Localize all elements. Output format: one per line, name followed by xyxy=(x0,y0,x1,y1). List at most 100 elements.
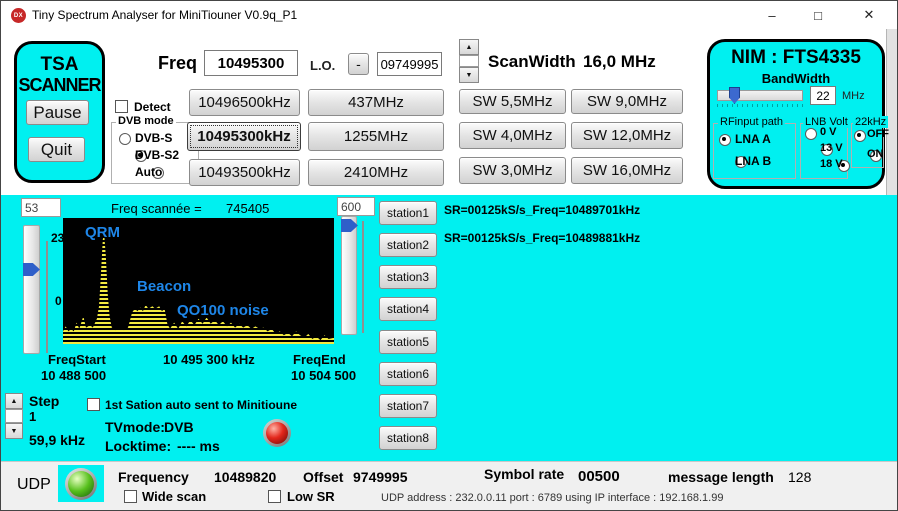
auto-station-label: 1st Sation auto sent to Minitioune xyxy=(105,398,297,412)
station-5-button[interactable]: station5 xyxy=(379,330,437,354)
message-length-value: 128 xyxy=(788,469,811,485)
annotation-qrm: QRM xyxy=(85,224,120,241)
locktime-value: ---- ms xyxy=(177,438,220,454)
band-1255-button[interactable]: 1255MHz xyxy=(308,122,444,151)
gain-slider-track[interactable] xyxy=(23,225,40,354)
step-value: 1 xyxy=(29,409,36,424)
tone-22khz-group: 22kHz OFF ON xyxy=(851,123,884,168)
sw-3-0-button[interactable]: SW 3,0MHz xyxy=(459,157,566,184)
tsa-title-line1: TSA xyxy=(17,54,102,76)
bandwidth-input[interactable] xyxy=(810,86,836,105)
udp-led-green-icon xyxy=(68,471,94,497)
locktime-label: Locktime: xyxy=(105,438,171,454)
lock-led-ring xyxy=(263,419,291,447)
left-scale-line xyxy=(46,241,48,353)
scanwidth-spin-down[interactable]: ▼ xyxy=(459,67,479,83)
low-sr-checkbox[interactable] xyxy=(268,490,281,503)
annotation-qo100-noise: QO100 noise xyxy=(177,302,269,319)
band-437-button[interactable]: 437MHz xyxy=(308,89,444,116)
radio-13v-label: 13 V xyxy=(820,142,843,154)
bandwidth-unit: MHz xyxy=(842,90,865,102)
sw-16-0-button[interactable]: SW 16,0MHz xyxy=(571,157,683,184)
wide-scan-checkbox[interactable] xyxy=(124,490,137,503)
right-scale-line xyxy=(362,221,364,333)
rf-input-label: RFinput path xyxy=(718,116,785,128)
step-size-value: 59,9 kHz xyxy=(29,432,85,448)
station-8-button[interactable]: station8 xyxy=(379,426,437,450)
app-logo-icon: DX xyxy=(11,8,26,23)
freq-scanned-label: Freq scannée = xyxy=(111,201,202,216)
spectrum-panel: Freq scannée = 745405 239 0 QRM Beacon Q… xyxy=(1,195,898,461)
maximize-button[interactable]: □ xyxy=(795,1,841,29)
lo-minus-button[interactable]: - xyxy=(348,53,369,75)
auto-station-checkbox[interactable] xyxy=(87,398,100,411)
right-edge-scrollbar[interactable] xyxy=(886,29,898,195)
sw-5-5-button[interactable]: SW 5,5MHz xyxy=(459,89,566,114)
status-bar: UDP Frequency 10489820 Offset 9749995 Wi… xyxy=(1,461,898,511)
freq-end-label: FreqEnd xyxy=(293,352,346,367)
title-bar: DX Tiny Spectrum Analyser for MiniTioune… xyxy=(1,1,898,29)
minimize-button[interactable]: – xyxy=(749,1,795,29)
scanwidth-spin-up[interactable]: ▲ xyxy=(459,39,479,55)
spectrum-trace xyxy=(63,234,334,344)
band-2410-button[interactable]: 2410MHz xyxy=(308,159,444,186)
freq-end-value: 10 504 500 xyxy=(291,368,356,383)
tvmode-value: DVB xyxy=(164,419,194,435)
radio-22khz-off-label: OFF xyxy=(867,128,889,140)
span-input[interactable] xyxy=(337,197,375,216)
app-window: DX Tiny Spectrum Analyser for MiniTioune… xyxy=(0,0,898,511)
scanwidth-spin-thumb[interactable] xyxy=(459,55,479,67)
wide-scan-label: Wide scan xyxy=(142,489,206,504)
station-6-button[interactable]: station6 xyxy=(379,362,437,386)
radio-dvb-s[interactable] xyxy=(119,133,131,145)
freq-label: Freq xyxy=(158,53,197,74)
step-spin-up[interactable]: ▲ xyxy=(5,393,23,409)
udp-address-line: UDP address : 232.0.0.11 port : 6789 usi… xyxy=(381,492,723,504)
step-spin-thumb[interactable] xyxy=(5,409,23,423)
bandwidth-slider-thumb[interactable] xyxy=(729,87,740,104)
close-button[interactable]: ✕ xyxy=(841,1,897,29)
scale-min-label: 0 xyxy=(55,294,62,308)
udp-label: UDP xyxy=(17,476,51,494)
radio-lna-a[interactable] xyxy=(719,134,731,146)
sw-4-0-button[interactable]: SW 4,0MHz xyxy=(459,122,566,149)
radio-0v[interactable] xyxy=(805,128,817,140)
offset-value: 9749995 xyxy=(353,469,408,485)
gain-input[interactable] xyxy=(21,198,61,217)
nim-title: NIM : FTS4335 xyxy=(710,47,882,69)
symbol-rate-label: Symbol rate xyxy=(484,466,564,482)
sw-12-0-button[interactable]: SW 12,0MHz xyxy=(571,122,683,149)
radio-dvb-s2-label: DVB-S2 xyxy=(135,148,179,162)
station-4-button[interactable]: station4 xyxy=(379,297,437,321)
pause-button[interactable]: Pause xyxy=(26,100,89,125)
radio-dvb-s-label: DVB-S xyxy=(135,131,172,145)
spectrum-plot[interactable]: QRM Beacon QO100 noise xyxy=(63,218,334,344)
radio-lna-a-label: LNA A xyxy=(735,132,771,146)
sw-9-0-button[interactable]: SW 9,0MHz xyxy=(571,89,683,114)
freq-preset-3-button[interactable]: 10493500kHz xyxy=(189,159,300,186)
quit-button[interactable]: Quit xyxy=(28,137,85,162)
span-slider-track[interactable] xyxy=(341,216,357,335)
freq-input[interactable] xyxy=(204,50,298,76)
station-2-button[interactable]: station2 xyxy=(379,233,437,257)
station-7-button[interactable]: station7 xyxy=(379,394,437,418)
lock-led-red-icon xyxy=(266,422,288,444)
lo-label: L.O. xyxy=(310,58,335,73)
detect-checkbox[interactable] xyxy=(115,100,128,113)
step-spin-down[interactable]: ▼ xyxy=(5,423,23,439)
scanwidth-label: ScanWidth xyxy=(488,52,576,72)
station-3-button[interactable]: station3 xyxy=(379,265,437,289)
lo-input[interactable] xyxy=(377,52,442,76)
radio-auto-label: Auto xyxy=(135,165,162,179)
radio-0v-label: 0 V xyxy=(820,126,837,138)
radio-18v-label: 18 V xyxy=(820,158,843,170)
freq-preset-2-button[interactable]: 10495300kHz xyxy=(187,122,301,151)
freq-preset-1-button[interactable]: 10496500kHz xyxy=(189,89,300,116)
lnb-volt-group: LNB Volt 0 V 13 V 18 V xyxy=(800,123,848,179)
sr-message-2: SR=00125kS/s_Freq=10489881kHz xyxy=(444,231,640,245)
station-1-button[interactable]: station1 xyxy=(379,201,437,225)
frequency-label: Frequency xyxy=(118,469,189,485)
radio-22khz-off[interactable] xyxy=(854,130,866,142)
offset-label: Offset xyxy=(303,469,343,485)
tvmode-label: TVmode: xyxy=(105,419,165,435)
